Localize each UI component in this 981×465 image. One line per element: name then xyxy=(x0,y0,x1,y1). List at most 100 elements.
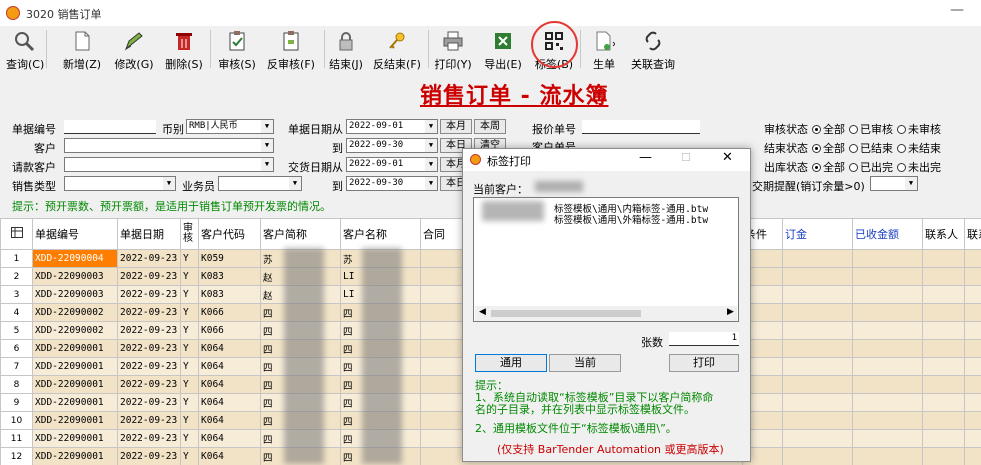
col-customer-short[interactable]: 客户简称 xyxy=(260,218,341,250)
cell-empty[interactable] xyxy=(852,429,923,448)
cell-empty[interactable] xyxy=(852,411,923,430)
cell-empty[interactable] xyxy=(922,411,965,430)
cell-no[interactable]: XDD-22090004 xyxy=(32,249,118,268)
cell-code[interactable]: K064 xyxy=(198,375,261,394)
cell-empty[interactable] xyxy=(782,285,853,304)
cell-n[interactable]: 4 xyxy=(0,303,33,322)
cell-empty[interactable] xyxy=(852,249,923,268)
cell-a[interactable]: Y xyxy=(180,375,199,394)
col-received[interactable]: 已收金额 xyxy=(852,218,923,250)
cell-empty[interactable] xyxy=(782,303,853,322)
cell-empty[interactable] xyxy=(852,285,923,304)
cell-n[interactable]: 2 xyxy=(0,267,33,286)
salesperson-select[interactable]: ▼ xyxy=(218,176,302,191)
cell-n[interactable]: 1 xyxy=(0,249,33,268)
cell-empty[interactable] xyxy=(964,429,981,448)
cell-empty[interactable] xyxy=(964,411,981,430)
cell-date[interactable]: 2022-09-23 xyxy=(117,357,181,376)
cell-code[interactable]: K064 xyxy=(198,357,261,376)
cell-code[interactable]: K064 xyxy=(198,339,261,358)
col-customer-name[interactable]: 客户名称 xyxy=(340,218,421,250)
cell-empty[interactable] xyxy=(782,429,853,448)
cell-code[interactable]: K064 xyxy=(198,411,261,430)
cell-n[interactable]: 8 xyxy=(0,375,33,394)
cell-empty[interactable] xyxy=(852,375,923,394)
customer-select[interactable]: ▼ xyxy=(64,138,274,153)
this-week-button[interactable]: 本周 xyxy=(474,119,506,134)
export-button[interactable]: 导出(E) xyxy=(482,26,524,72)
cell-empty[interactable] xyxy=(922,321,965,340)
scroll-right-icon[interactable]: ▶ xyxy=(727,307,734,317)
cell-empty[interactable] xyxy=(964,285,981,304)
cell-no[interactable]: XDD-22090001 xyxy=(32,447,118,465)
cell-empty[interactable] xyxy=(852,339,923,358)
cell-date[interactable]: 2022-09-23 xyxy=(117,429,181,448)
cell-empty[interactable] xyxy=(964,393,981,412)
col-order-no[interactable]: 单据编号 xyxy=(32,218,118,250)
scrollbar-thumb[interactable] xyxy=(491,310,641,317)
cell-a[interactable]: Y xyxy=(180,429,199,448)
cell-empty[interactable] xyxy=(964,339,981,358)
col-customer-code[interactable]: 客户代码 xyxy=(198,218,261,250)
due-reminder-select[interactable]: ▼ xyxy=(870,176,918,191)
cell-code[interactable]: K059 xyxy=(198,249,261,268)
cell-empty[interactable] xyxy=(922,285,965,304)
cell-empty[interactable] xyxy=(964,303,981,322)
cell-n[interactable]: 6 xyxy=(0,339,33,358)
cell-code[interactable]: K066 xyxy=(198,303,261,322)
grid-settings-icon[interactable] xyxy=(0,218,33,250)
minimize-button[interactable]: — xyxy=(950,2,964,18)
cell-empty[interactable] xyxy=(922,339,965,358)
delete-button[interactable]: 删除(S) xyxy=(162,26,206,72)
cell-n[interactable]: 5 xyxy=(0,321,33,340)
stock-open-radio[interactable] xyxy=(897,163,906,172)
delivery-date-to[interactable]: 2022-09-30 ▼ xyxy=(346,176,438,191)
cell-a[interactable]: Y xyxy=(180,249,199,268)
cell-empty[interactable] xyxy=(852,447,923,465)
cell-empty[interactable] xyxy=(964,267,981,286)
doc-date-to[interactable]: 2022-09-30 ▼ xyxy=(346,138,438,153)
cell-empty[interactable] xyxy=(922,375,965,394)
quote-no-input[interactable] xyxy=(582,120,700,134)
cell-empty[interactable] xyxy=(852,357,923,376)
list-item[interactable]: 标签模板\通用\外箱标签-通用.btw xyxy=(554,212,708,226)
cell-date[interactable]: 2022-09-23 xyxy=(117,375,181,394)
cell-a[interactable]: Y xyxy=(180,357,199,376)
end-all-radio[interactable] xyxy=(812,144,821,153)
audit-all-radio[interactable] xyxy=(812,125,821,134)
sales-type-select[interactable]: ▼ xyxy=(64,176,176,191)
cell-empty[interactable] xyxy=(922,267,965,286)
unapprove-button[interactable]: 反审核(F) xyxy=(262,26,320,72)
cell-n[interactable]: 10 xyxy=(0,411,33,430)
cell-a[interactable]: Y xyxy=(180,303,199,322)
end-done-radio[interactable] xyxy=(849,144,858,153)
cell-a[interactable]: Y xyxy=(180,321,199,340)
related-query-button[interactable]: 关联查询 xyxy=(624,26,682,72)
cell-empty[interactable] xyxy=(922,393,965,412)
cell-code[interactable]: K064 xyxy=(198,393,261,412)
cell-empty[interactable] xyxy=(922,357,965,376)
cell-no[interactable]: XDD-22090001 xyxy=(32,375,118,394)
scroll-left-icon[interactable]: ◀ xyxy=(479,307,486,317)
cell-no[interactable]: XDD-22090002 xyxy=(32,321,118,340)
delivery-date-from[interactable]: 2022-09-01 ▼ xyxy=(346,157,438,172)
cell-no[interactable]: XDD-22090002 xyxy=(32,303,118,322)
cell-code[interactable]: K064 xyxy=(198,447,261,465)
cell-empty[interactable] xyxy=(964,375,981,394)
order-no-input[interactable] xyxy=(64,120,156,134)
cell-date[interactable]: 2022-09-23 xyxy=(117,339,181,358)
cell-code[interactable]: K083 xyxy=(198,267,261,286)
stock-all-radio[interactable] xyxy=(812,163,821,172)
cell-empty[interactable] xyxy=(782,393,853,412)
cell-no[interactable]: XDD-22090001 xyxy=(32,411,118,430)
print-button[interactable]: 打印 xyxy=(669,354,739,372)
cell-no[interactable]: XDD-22090001 xyxy=(32,357,118,376)
cell-date[interactable]: 2022-09-23 xyxy=(117,411,181,430)
cell-code[interactable]: K066 xyxy=(198,321,261,340)
cell-empty[interactable] xyxy=(922,429,965,448)
col-date[interactable]: 单据日期 xyxy=(117,218,181,250)
cell-a[interactable]: Y xyxy=(180,411,199,430)
horizontal-scrollbar[interactable]: ◀ ▶ xyxy=(475,306,737,321)
cell-a[interactable]: Y xyxy=(180,267,199,286)
cell-empty[interactable] xyxy=(852,267,923,286)
